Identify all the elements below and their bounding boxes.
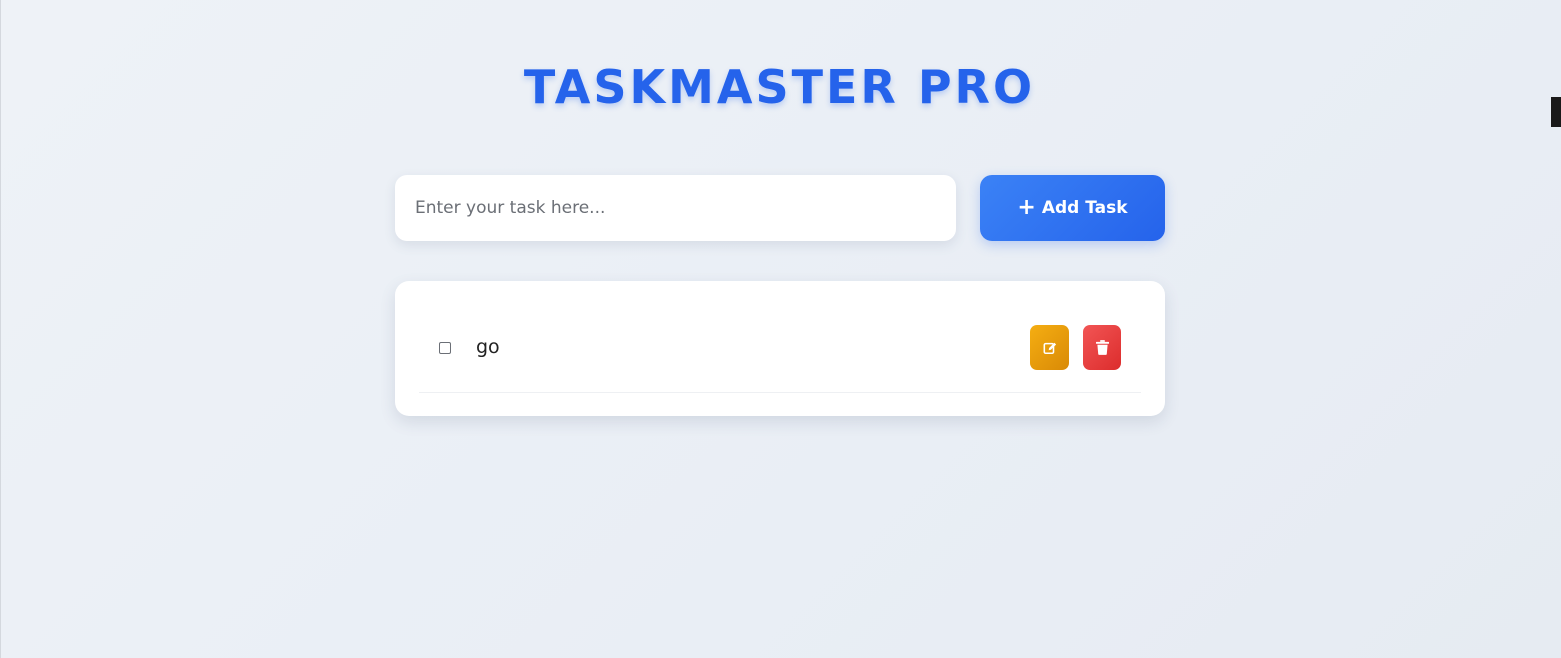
edit-task-button[interactable] — [1030, 325, 1069, 370]
plus-icon: + — [1017, 195, 1036, 220]
add-task-label: Add Task — [1041, 198, 1128, 218]
task-form: + Add Task — [395, 175, 1165, 241]
task-input[interactable] — [395, 175, 956, 241]
edit-icon — [1043, 342, 1056, 354]
task-text: go — [476, 336, 500, 358]
delete-task-button[interactable] — [1083, 325, 1121, 370]
app-title: TASKMASTER PRO — [523, 60, 1036, 114]
scrollbar-thumb[interactable] — [1551, 97, 1561, 127]
task-checkbox[interactable] — [439, 342, 451, 354]
task-list: go — [395, 281, 1165, 416]
task-item: go — [419, 303, 1141, 393]
trash-icon — [1095, 340, 1109, 355]
add-task-button[interactable]: + Add Task — [980, 175, 1165, 241]
